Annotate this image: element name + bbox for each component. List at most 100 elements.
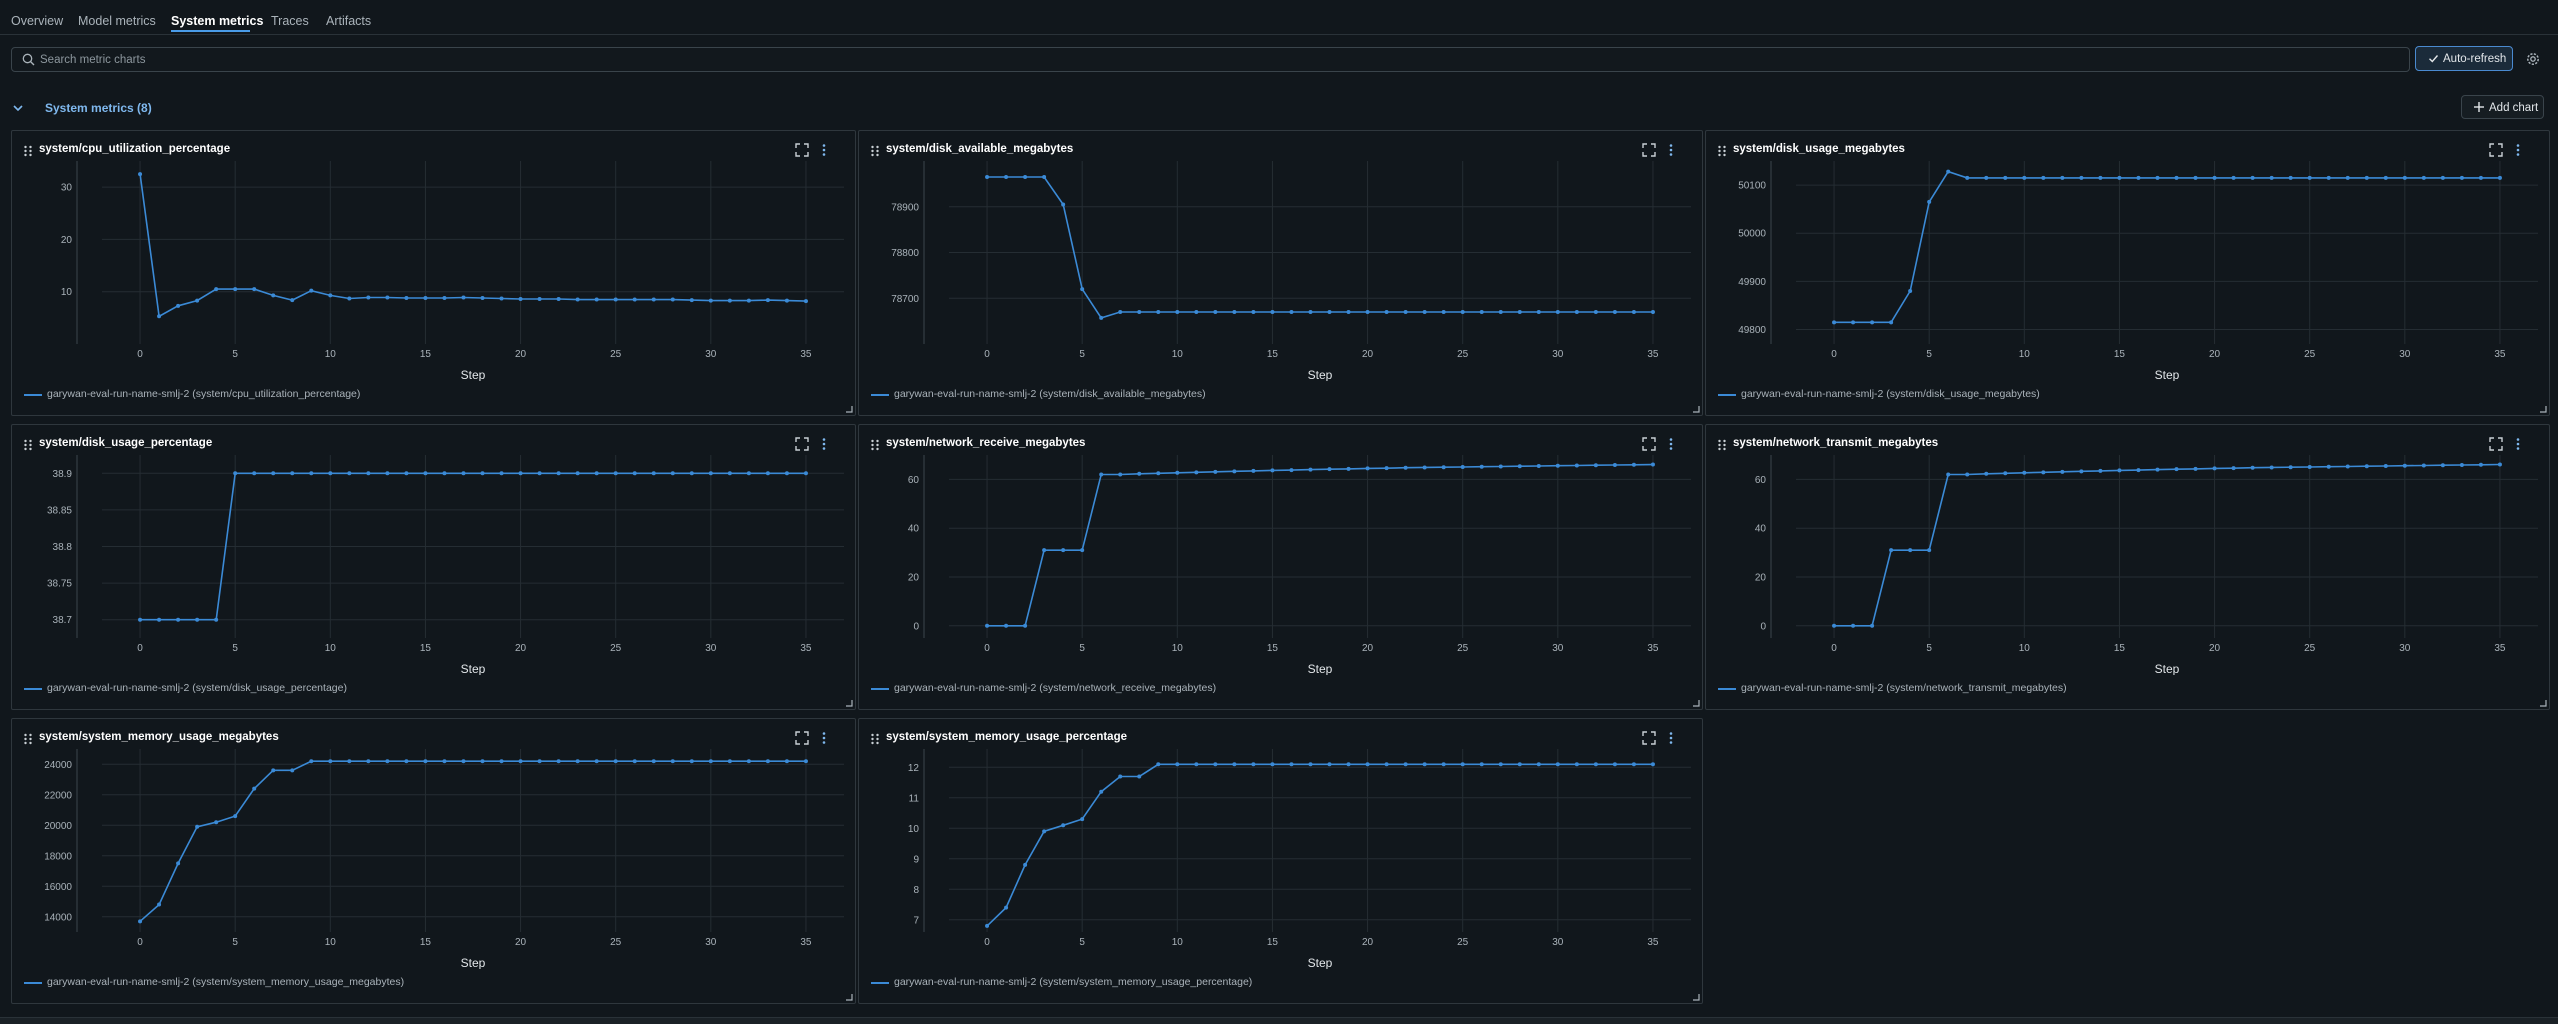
more-options-icon[interactable] [1666,731,1676,745]
fullscreen-icon[interactable] [795,437,809,451]
data-point[interactable] [1308,309,1313,314]
data-point[interactable] [1194,470,1199,475]
data-point[interactable] [1593,309,1598,314]
data-point[interactable] [2212,175,2217,180]
more-options-icon[interactable] [819,143,829,157]
tab-artifacts[interactable]: Artifacts [326,14,371,28]
data-point[interactable] [309,471,314,476]
data-point[interactable] [2022,470,2027,475]
data-point[interactable] [537,759,542,764]
data-point[interactable] [195,824,200,829]
data-point[interactable] [2079,175,2084,180]
data-point[interactable] [252,471,257,476]
data-point[interactable] [1460,464,1465,469]
data-point[interactable] [1517,309,1522,314]
data-point[interactable] [1251,762,1256,767]
data-point[interactable] [632,759,637,764]
data-point[interactable] [1593,762,1598,767]
data-point[interactable] [632,297,637,302]
data-point[interactable] [423,759,428,764]
data-point[interactable] [1631,462,1636,467]
data-point[interactable] [1004,175,1009,180]
data-point[interactable] [727,759,732,764]
data-point[interactable] [1870,320,1875,325]
data-point[interactable] [985,623,990,628]
data-point[interactable] [1851,623,1856,628]
fullscreen-icon[interactable] [2489,143,2503,157]
data-point[interactable] [214,287,219,292]
data-point[interactable] [499,296,504,301]
data-point[interactable] [1612,762,1617,767]
data-point[interactable] [2307,175,2312,180]
data-point[interactable] [252,786,257,791]
data-point[interactable] [1346,466,1351,471]
data-point[interactable] [404,471,409,476]
data-point[interactable] [2459,175,2464,180]
section-title[interactable]: System metrics (8) [45,101,152,115]
drag-handle-icon[interactable] [869,733,881,745]
data-point[interactable] [1631,309,1636,314]
data-point[interactable] [803,471,808,476]
data-point[interactable] [290,298,295,303]
data-point[interactable] [2402,463,2407,468]
data-point[interactable] [1422,465,1427,470]
data-point[interactable] [1137,774,1142,779]
data-point[interactable] [1175,762,1180,767]
data-point[interactable] [1080,287,1085,292]
data-point[interactable] [1498,309,1503,314]
data-point[interactable] [2364,175,2369,180]
data-point[interactable] [366,759,371,764]
data-point[interactable] [2079,469,2084,474]
data-point[interactable] [2041,175,2046,180]
data-point[interactable] [575,471,580,476]
data-point[interactable] [1365,309,1370,314]
data-point[interactable] [2269,175,2274,180]
data-point[interactable] [423,471,428,476]
data-point[interactable] [2326,464,2331,469]
data-point[interactable] [1650,762,1655,767]
data-point[interactable] [1232,762,1237,767]
data-point[interactable] [1422,309,1427,314]
data-point[interactable] [309,288,314,293]
data-point[interactable] [157,902,162,907]
data-point[interactable] [1984,175,1989,180]
data-point[interactable] [2231,466,2236,471]
data-point[interactable] [803,759,808,764]
data-point[interactable] [1870,623,1875,628]
data-point[interactable] [2155,175,2160,180]
data-point[interactable] [138,617,143,622]
data-point[interactable] [2003,471,2008,476]
data-point[interactable] [2155,467,2160,472]
data-point[interactable] [252,287,257,292]
data-point[interactable] [784,298,789,303]
data-point[interactable] [1156,309,1161,314]
data-point[interactable] [176,303,181,308]
data-point[interactable] [1593,463,1598,468]
data-point[interactable] [442,759,447,764]
data-point[interactable] [1384,762,1389,767]
data-point[interactable] [176,861,181,866]
data-point[interactable] [366,295,371,300]
data-point[interactable] [461,471,466,476]
data-point[interactable] [594,759,599,764]
data-point[interactable] [1137,309,1142,314]
data-point[interactable] [138,919,143,924]
data-point[interactable] [347,759,352,764]
data-point[interactable] [556,297,561,302]
data-point[interactable] [1213,309,1218,314]
data-point[interactable] [537,297,542,302]
fullscreen-icon[interactable] [1642,731,1656,745]
fullscreen-icon[interactable] [1642,437,1656,451]
data-point[interactable] [2136,175,2141,180]
data-point[interactable] [195,617,200,622]
data-point[interactable] [2174,175,2179,180]
data-point[interactable] [1536,463,1541,468]
tab-overview[interactable]: Overview [11,14,63,28]
drag-handle-icon[interactable] [22,733,34,745]
data-point[interactable] [594,297,599,302]
drag-handle-icon[interactable] [22,439,34,451]
data-point[interactable] [2098,175,2103,180]
resize-handle-icon[interactable] [2539,699,2547,707]
data-point[interactable] [1908,548,1913,553]
data-point[interactable] [1612,309,1617,314]
